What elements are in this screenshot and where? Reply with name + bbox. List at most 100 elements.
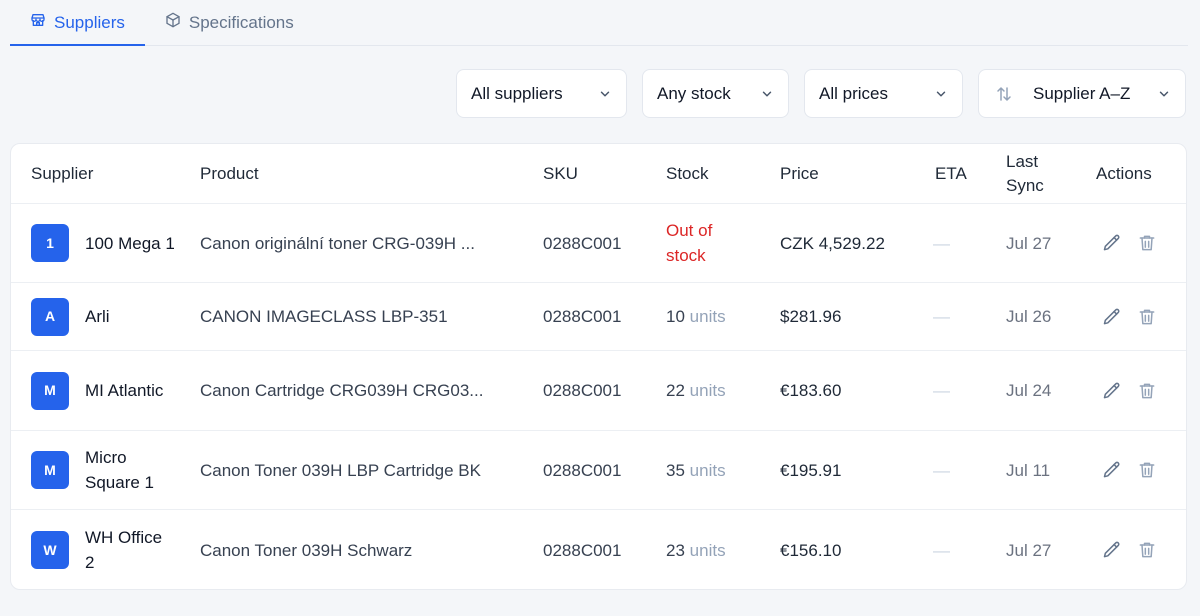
supplier-cell: W xyxy=(31,510,69,589)
product-cell: CANON IMAGECLASS LBP-351 xyxy=(200,283,448,350)
stock-unit: units xyxy=(689,540,726,560)
last-sync-value: Jul 24 xyxy=(1006,381,1052,400)
stock-quantity: 35 xyxy=(666,460,685,480)
chevron-down-icon xyxy=(936,91,946,96)
trash-icon[interactable] xyxy=(1136,459,1158,481)
tab-suppliers[interactable]: Suppliers xyxy=(10,0,145,46)
stock-quantity: 23 xyxy=(666,540,685,560)
eta-cell: — xyxy=(933,431,950,509)
actions-cell xyxy=(1101,204,1158,282)
supplier-cell: M xyxy=(31,351,69,430)
eta-cell: — xyxy=(933,283,950,350)
eta-value: — xyxy=(933,307,950,326)
column-header-last-sync[interactable]: Last Sync xyxy=(1006,144,1066,204)
eta-value: — xyxy=(933,233,950,253)
price-value: CZK 4,529.22 xyxy=(780,233,885,253)
price-cell: €195.91 xyxy=(780,431,841,509)
table-row[interactable]: W WH Office 2 Canon Toner 039H Schwarz 0… xyxy=(11,510,1186,589)
stock-unit: units xyxy=(689,381,726,400)
edit-icon[interactable] xyxy=(1101,459,1123,481)
supplier-name-cell: WH Office 2 xyxy=(85,510,175,589)
stock-cell: 10 units xyxy=(666,283,726,350)
stock-filter-select[interactable]: Any stock xyxy=(642,69,789,118)
avatar: A xyxy=(31,297,69,336)
stock-cell: 35 units xyxy=(666,431,726,509)
supplier-name-cell: 100 Mega 1 xyxy=(85,204,175,282)
avatar: M xyxy=(31,451,69,489)
sku-cell: 0288C001 xyxy=(543,204,621,282)
last-sync-value: Jul 27 xyxy=(1006,233,1052,253)
price-filter-select[interactable]: All prices xyxy=(804,69,963,118)
sort-value: Supplier A–Z xyxy=(1033,83,1131,103)
avatar: 1 xyxy=(31,224,69,262)
stock-unit: units xyxy=(689,460,726,480)
edit-icon[interactable] xyxy=(1101,539,1123,561)
eta-cell: — xyxy=(933,351,950,430)
price-value: €183.60 xyxy=(780,381,842,400)
tab-bar: Suppliers Specifications xyxy=(10,0,1188,46)
supplier-name-cell: MI Atlantic xyxy=(85,351,175,430)
eta-value: — xyxy=(933,540,950,560)
last-sync-cell: Jul 24 xyxy=(1006,351,1051,430)
supplier-name: Micro Square 1 xyxy=(85,448,154,492)
sku-cell: 0288C001 xyxy=(543,510,622,589)
eta-value: — xyxy=(933,460,950,480)
table-row[interactable]: A Arli CANON IMAGECLASS LBP-351 0288C001… xyxy=(11,283,1186,351)
stock-cell: 22 units xyxy=(666,351,726,430)
actions-cell xyxy=(1101,351,1158,430)
sku-cell: 0288C001 xyxy=(543,351,621,430)
trash-icon[interactable] xyxy=(1136,306,1158,328)
trash-icon[interactable] xyxy=(1136,232,1158,254)
product-name: Canon Toner 039H Schwarz xyxy=(200,540,413,560)
last-sync-cell: Jul 27 xyxy=(1006,510,1052,589)
edit-icon[interactable] xyxy=(1101,306,1123,328)
last-sync-value: Jul 26 xyxy=(1006,307,1052,326)
price-cell: $281.96 xyxy=(780,283,841,350)
edit-icon[interactable] xyxy=(1101,380,1123,402)
table-row[interactable]: 1 100 Mega 1 Canon originální toner CRG-… xyxy=(11,204,1186,283)
product-cell: Canon Toner 039H Schwarz xyxy=(200,510,413,589)
product-cell: Canon Toner 039H LBP Cartridge BK xyxy=(200,431,481,509)
store-icon xyxy=(30,12,46,33)
supplier-name: Arli xyxy=(85,307,110,326)
price-filter-value: All prices xyxy=(819,83,888,103)
edit-icon[interactable] xyxy=(1101,232,1123,254)
sort-select[interactable]: Supplier A–Z xyxy=(978,69,1186,118)
column-header-stock[interactable]: Stock xyxy=(666,144,709,204)
table-row[interactable]: M Micro Square 1 Canon Toner 039H LBP Ca… xyxy=(11,431,1186,510)
stock-status: Out of stock xyxy=(666,221,713,265)
eta-value: — xyxy=(933,381,950,400)
trash-icon[interactable] xyxy=(1136,539,1158,561)
product-name: Canon Toner 039H LBP Cartridge BK xyxy=(200,460,481,480)
tab-specifications[interactable]: Specifications xyxy=(145,0,314,45)
suppliers-table: Supplier Product SKU Stock Price ETA Las… xyxy=(10,143,1187,590)
column-header-product[interactable]: Product xyxy=(200,144,259,204)
last-sync-cell: Jul 26 xyxy=(1006,283,1051,350)
column-header-sku[interactable]: SKU xyxy=(543,144,578,204)
supplier-name-cell: Arli xyxy=(85,283,175,350)
trash-icon[interactable] xyxy=(1136,380,1158,402)
price-cell: €183.60 xyxy=(780,351,841,430)
supplier-filter-value: All suppliers xyxy=(471,83,563,103)
sku-cell: 0288C001 xyxy=(543,431,621,509)
price-value: $281.96 xyxy=(780,307,842,326)
column-header-price[interactable]: Price xyxy=(780,144,819,204)
supplier-name: WH Office 2 xyxy=(85,528,163,572)
price-value: €156.10 xyxy=(780,540,842,560)
product-name: Canon Cartridge CRG039H CRG03... xyxy=(200,381,484,400)
last-sync-value: Jul 27 xyxy=(1006,540,1052,560)
last-sync-value: Jul 11 xyxy=(1006,460,1051,480)
supplier-cell: M xyxy=(31,431,69,509)
column-header-eta[interactable]: ETA xyxy=(935,144,967,204)
column-header-actions: Actions xyxy=(1096,164,1152,183)
supplier-name: MI Atlantic xyxy=(85,381,164,400)
column-header-supplier[interactable]: Supplier xyxy=(31,144,93,204)
table-row[interactable]: M MI Atlantic Canon Cartridge CRG039H CR… xyxy=(11,351,1186,431)
supplier-filter-select[interactable]: All suppliers xyxy=(456,69,627,118)
sku-value: 0288C001 xyxy=(543,540,622,560)
product-name: Canon originální toner CRG-039H ... xyxy=(200,233,475,253)
cube-icon xyxy=(165,12,181,33)
sku-value: 0288C001 xyxy=(543,381,622,400)
sku-value: 0288C001 xyxy=(543,233,622,253)
stock-filter-value: Any stock xyxy=(657,83,731,103)
